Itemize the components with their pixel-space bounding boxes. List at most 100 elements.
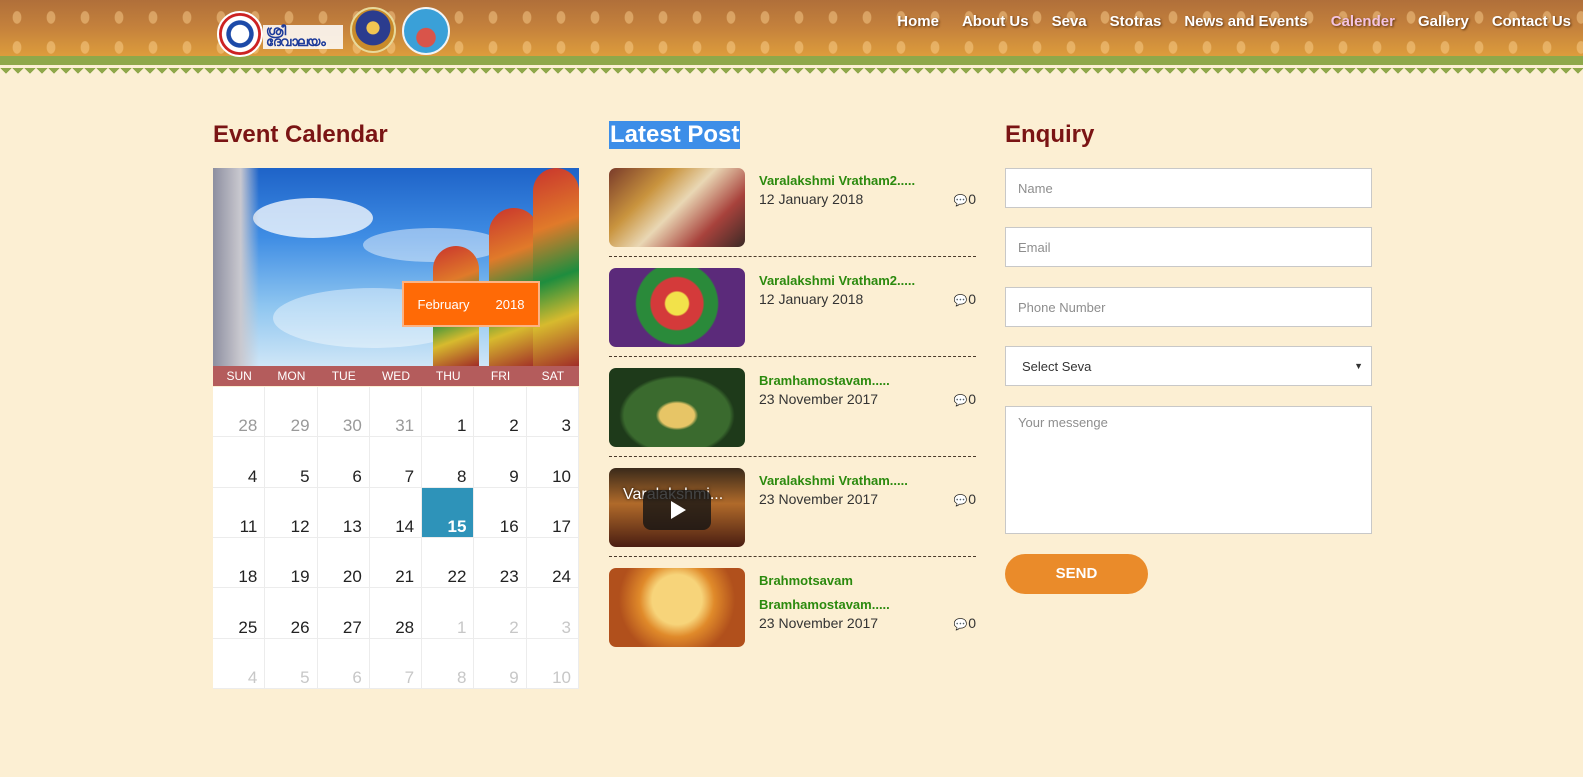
phone-number-field[interactable]	[1005, 287, 1372, 327]
calendar-day[interactable]: 11	[213, 487, 266, 538]
header-border-scallop	[0, 56, 1583, 76]
post-title-link[interactable]: Varalakshmi Vratham.....	[759, 473, 908, 488]
post-date: 23 November 2017	[759, 615, 879, 631]
post-comment-count[interactable]: 💬0	[954, 615, 977, 631]
deity-logo-icon[interactable]	[350, 7, 396, 53]
nav-item-about-us[interactable]: About Us	[962, 13, 1029, 30]
comments-icon: 💬	[953, 295, 968, 307]
calendar-day[interactable]: 1	[422, 387, 475, 438]
post-item[interactable]: Bramhamostavam..... 23 November 2017 💬0	[609, 368, 976, 457]
post-item[interactable]: Varalakshmi Vratham2..... 12 January 2018…	[609, 268, 976, 357]
calendar-day-today[interactable]: 15	[422, 487, 475, 538]
comments-icon: 💬	[953, 495, 968, 507]
calendar-day[interactable]: 6	[317, 437, 370, 488]
post-comment-count[interactable]: 💬0	[954, 391, 977, 407]
temple-emblem-icon	[217, 11, 263, 57]
calendar-day[interactable]: 27	[317, 588, 370, 639]
dropdown-arrow-icon: ▼	[1354, 361, 1363, 371]
nav-item-news-and-events[interactable]: News and Events	[1184, 13, 1307, 30]
temple-gopuram-logo-icon[interactable]	[402, 7, 450, 55]
post-thumbnail[interactable]	[609, 168, 745, 247]
logo-group[interactable]: ശ്രീ ദേവാലയം	[215, 4, 343, 57]
calendar-day[interactable]: 20	[317, 537, 370, 589]
post-comment-count[interactable]: 💬0	[954, 491, 977, 507]
calendar-day[interactable]: 31	[369, 387, 423, 438]
nav-item-seva[interactable]: Seva	[1052, 13, 1087, 30]
calendar-day[interactable]: 13	[317, 487, 370, 538]
calendar-day[interactable]: 2	[474, 588, 527, 639]
calendar-day[interactable]: 25	[213, 588, 266, 639]
calendar-day[interactable]: 30	[317, 387, 370, 438]
calendar-day[interactable]: 12	[265, 487, 318, 538]
post-thumbnail[interactable]	[609, 368, 745, 447]
comments-icon: 💬	[953, 395, 968, 407]
comment-count-value: 0	[968, 491, 976, 507]
calendar-day[interactable]: 8	[422, 437, 475, 488]
calendar-day[interactable]: 7	[369, 437, 423, 488]
calendar-day[interactable]: 24	[526, 537, 579, 589]
calendar-day[interactable]: 4	[213, 437, 266, 488]
post-title-link[interactable]: Brahmotsavam	[759, 573, 853, 588]
calendar-day[interactable]: 7	[369, 638, 423, 689]
calendar-day[interactable]: 29	[265, 387, 318, 438]
post-item[interactable]: Varalakshmi... Varalakshmi Vratham..... 23…	[609, 468, 976, 557]
calendar-month-selector[interactable]: February 2018	[402, 281, 540, 327]
weekday-label: FRI	[490, 369, 511, 383]
calendar-day[interactable]: 23	[474, 537, 527, 589]
message-field[interactable]	[1005, 406, 1372, 534]
comment-count-value: 0	[968, 291, 976, 307]
email-field[interactable]	[1005, 227, 1372, 267]
name-field[interactable]	[1005, 168, 1372, 208]
calendar-day[interactable]: 2	[474, 387, 527, 438]
post-item[interactable]: Brahmotsavam Bramhamostavam..... 23 Novemb…	[609, 568, 976, 656]
calendar-day[interactable]: 26	[265, 588, 318, 639]
calendar-day[interactable]: 21	[369, 537, 423, 589]
nav-item-stotras[interactable]: Stotras	[1110, 13, 1162, 30]
nav-item-contact-us[interactable]: Contact Us	[1492, 13, 1571, 30]
calendar-day[interactable]: 18	[213, 537, 266, 589]
calendar-day[interactable]: 9	[474, 437, 527, 488]
calendar-day[interactable]: 10	[526, 638, 579, 689]
calendar-day[interactable]: 5	[265, 638, 318, 689]
calendar-weekday-header: SUN MON TUE WED THU FRI SAT	[213, 366, 579, 386]
post-title-link[interactable]: Bramhamostavam.....	[759, 373, 890, 388]
calendar-day[interactable]: 1	[422, 588, 475, 639]
weekday-label: SUN	[226, 369, 252, 383]
calendar-day[interactable]: 4	[213, 638, 266, 689]
calendar-day[interactable]: 9	[474, 638, 527, 689]
calendar-day[interactable]: 16	[474, 487, 527, 538]
post-title-link-line2[interactable]: Bramhamostavam.....	[759, 597, 890, 612]
post-comment-count[interactable]: 💬0	[954, 191, 977, 207]
temple-logo-wordmark: ശ്രീ ദേവാലയം	[263, 25, 343, 49]
nav-item-home[interactable]: Home	[897, 13, 939, 30]
calendar-day[interactable]: 3	[526, 588, 579, 639]
main-nav: Home About Us Seva Stotras News and Events Ca…	[874, 13, 1571, 30]
post-thumbnail[interactable]	[609, 268, 745, 347]
post-comment-count[interactable]: 💬0	[954, 291, 977, 307]
calendar-day[interactable]: 28	[213, 387, 266, 438]
post-title-link[interactable]: Varalakshmi Vratham2.....	[759, 173, 915, 188]
seva-select[interactable]: Select Seva ▼	[1005, 346, 1372, 386]
enquiry-heading: Enquiry	[1005, 121, 1095, 148]
nav-item-calender[interactable]: Calender	[1331, 13, 1395, 30]
calendar-day[interactable]: 6	[317, 638, 370, 689]
post-video-thumbnail[interactable]: Varalakshmi...	[609, 468, 745, 547]
calendar-day[interactable]: 10	[526, 437, 579, 488]
weekday-label: SAT	[541, 369, 565, 383]
calendar-month: February	[417, 296, 470, 312]
calendar-day[interactable]: 22	[422, 537, 475, 589]
calendar-day[interactable]: 19	[265, 537, 318, 589]
calendar-day[interactable]: 5	[265, 437, 318, 488]
nav-item-gallery[interactable]: Gallery	[1418, 13, 1469, 30]
temple-logo[interactable]: ശ്രീ ദേവാലയം	[215, 5, 343, 57]
calendar-day[interactable]: 28	[369, 588, 423, 639]
calendar-day[interactable]: 14	[369, 487, 423, 538]
calendar-day[interactable]: 17	[526, 487, 579, 538]
calendar-day[interactable]: 3	[526, 387, 579, 438]
post-thumbnail[interactable]	[609, 568, 745, 647]
calendar-day[interactable]: 8	[422, 638, 475, 689]
post-item[interactable]: Varalakshmi Vratham2..... 12 January 2018…	[609, 168, 976, 257]
play-icon[interactable]	[643, 490, 711, 530]
send-button[interactable]: SEND	[1005, 554, 1148, 594]
post-title-link[interactable]: Varalakshmi Vratham2.....	[759, 273, 915, 288]
